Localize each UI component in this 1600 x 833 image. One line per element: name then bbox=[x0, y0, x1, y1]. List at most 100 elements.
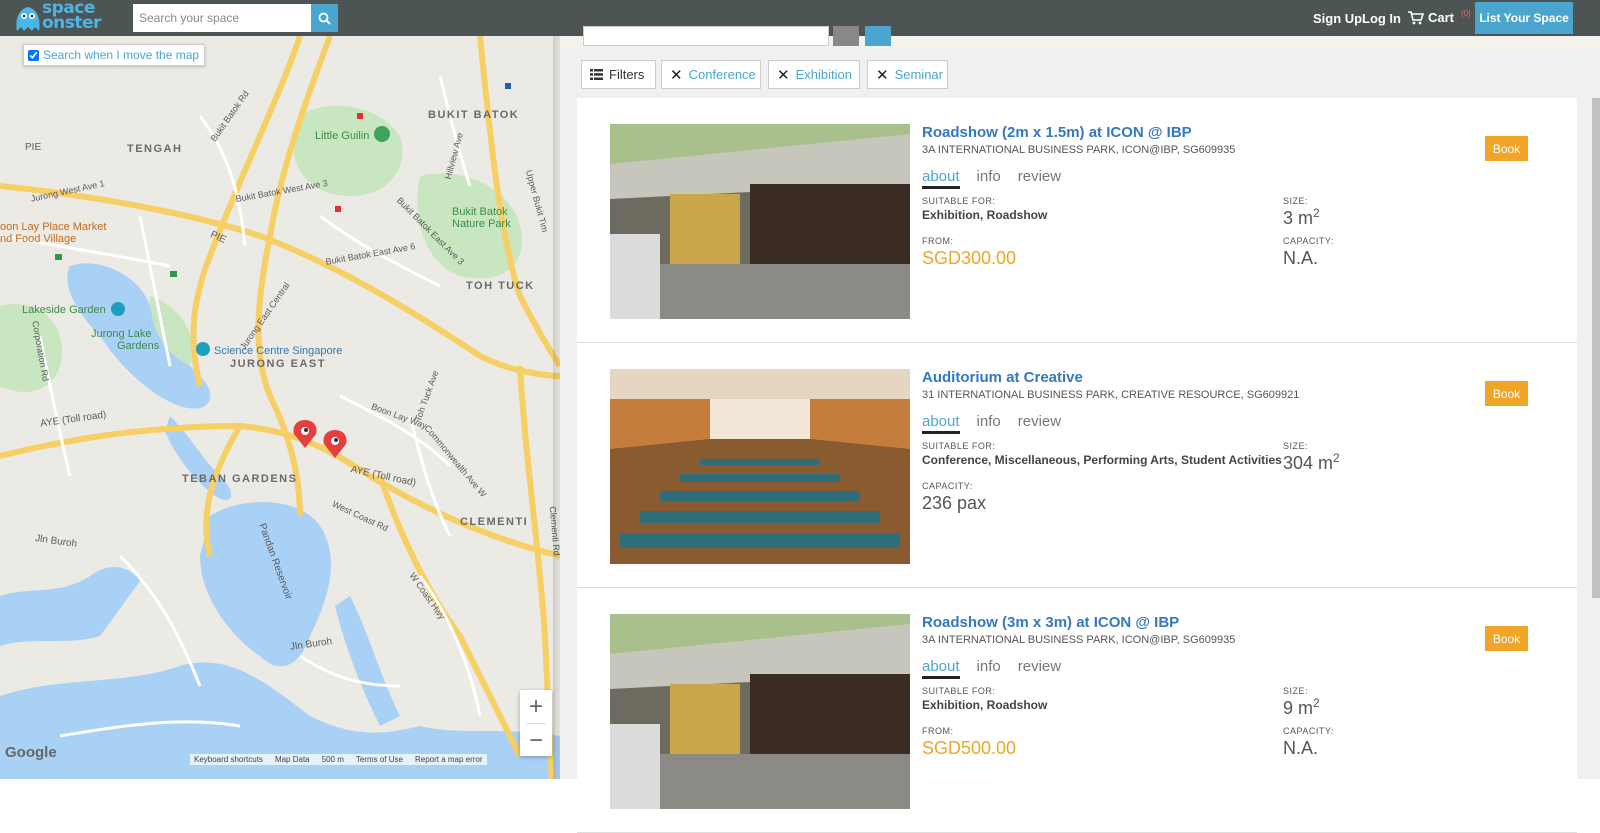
book-button[interactable]: Book bbox=[1485, 381, 1528, 406]
size-value: 304 m2 bbox=[1283, 451, 1340, 473]
tab-review[interactable]: review bbox=[1018, 658, 1061, 679]
google-logo: Google bbox=[5, 744, 57, 761]
suitable-for-value: Exhibition, Roadshow bbox=[922, 698, 1048, 712]
close-icon[interactable]: ✕ bbox=[876, 66, 889, 84]
map-pin-markers bbox=[293, 420, 347, 458]
zoom-out-button[interactable]: − bbox=[520, 724, 552, 757]
tab-about[interactable]: about bbox=[922, 658, 960, 679]
filter-chip-label: Exhibition bbox=[795, 67, 852, 82]
search-when-move-control[interactable]: Search when I move the map bbox=[23, 44, 205, 66]
filter-chip-conference[interactable]: ✕ Conference bbox=[661, 60, 761, 89]
listing-card: Roadshow (3m x 3m) at ICON @ IBP 3A INTE… bbox=[577, 588, 1577, 833]
map-label-market-1: oon Lay Place Market bbox=[0, 221, 107, 233]
map-label-toh-tuck: TOH TUCK bbox=[466, 280, 535, 292]
terms-of-use-link[interactable]: Terms of Use bbox=[356, 755, 403, 764]
suitable-for-label: SUITABLE FOR: bbox=[922, 441, 996, 451]
filters-label: Filters bbox=[609, 67, 645, 82]
map-label-jurong-east: JURONG EAST bbox=[230, 358, 326, 370]
tab-info[interactable]: info bbox=[977, 413, 1001, 434]
map-label-bukit-batok-np-1: Bukit Batok bbox=[452, 206, 508, 218]
keyboard-shortcuts-link[interactable]: Keyboard shortcuts bbox=[194, 755, 263, 764]
tab-info[interactable]: info bbox=[977, 658, 1001, 679]
listing-title[interactable]: Roadshow (3m x 3m) at ICON @ IBP bbox=[922, 614, 1179, 631]
logo[interactable]: space onster bbox=[14, 0, 104, 35]
log-in-link[interactable]: Log In bbox=[1362, 11, 1401, 26]
suitable-for-value: Exhibition, Roadshow bbox=[922, 208, 1048, 222]
listing-address: 3A INTERNATIONAL BUSINESS PARK, ICON@IBP… bbox=[922, 144, 1236, 156]
monster-logo-icon bbox=[16, 7, 40, 31]
venue-photo-auditorium[interactable] bbox=[610, 369, 910, 564]
capacity-label: CAPACITY: bbox=[922, 481, 973, 491]
list-icon bbox=[590, 69, 603, 80]
cart-link[interactable]: Cart bbox=[1408, 10, 1454, 25]
listing-address: 3A INTERNATIONAL BUSINESS PARK, ICON@IBP… bbox=[922, 634, 1236, 646]
results-panel: Filters ✕ Conference ✕ Exhibition ✕ Semi… bbox=[560, 26, 1600, 833]
tab-about[interactable]: about bbox=[922, 168, 960, 189]
filter-chip-seminar[interactable]: ✕ Seminar bbox=[867, 60, 948, 89]
map-label-pie-1: PIE bbox=[25, 142, 42, 153]
zoom-in-button[interactable]: + bbox=[520, 690, 552, 723]
map-data-link[interactable]: Map Data bbox=[275, 755, 310, 764]
map-footer: Keyboard shortcuts Map Data 500 m Terms … bbox=[190, 754, 487, 765]
listing-list: Roadshow (2m x 1.5m) at ICON @ IBP 3A IN… bbox=[577, 98, 1577, 833]
capacity-value: N.A. bbox=[1283, 248, 1319, 268]
search-when-move-label: Search when I move the map bbox=[43, 48, 200, 62]
map-zoom-control: + − bbox=[520, 690, 552, 756]
listing-card: Roadshow (2m x 1.5m) at ICON @ IBP 3A IN… bbox=[577, 98, 1577, 343]
cart-icon bbox=[1408, 10, 1424, 24]
space-search-input[interactable] bbox=[133, 4, 311, 32]
secondary-search-button[interactable] bbox=[865, 26, 891, 46]
listing-tabs: about info review bbox=[922, 658, 1061, 679]
size-label: SIZE: bbox=[1283, 441, 1309, 451]
cart-label: Cart bbox=[1428, 10, 1455, 25]
from-label: FROM: bbox=[922, 236, 954, 246]
from-label: FROM: bbox=[922, 726, 954, 736]
tab-review[interactable]: review bbox=[1018, 413, 1061, 434]
size-value: 3 m2 bbox=[1283, 206, 1320, 228]
report-map-error-link[interactable]: Report a map error bbox=[415, 755, 483, 764]
list-your-space-button[interactable]: List Your Space bbox=[1475, 2, 1573, 34]
close-icon[interactable]: ✕ bbox=[777, 66, 790, 84]
suitable-for-label: SUITABLE FOR: bbox=[922, 686, 996, 696]
price-value: SGD500.00 bbox=[922, 738, 1017, 758]
map-view[interactable]: BUKIT BATOK TENGAH TOH TUCK JURONG EAST … bbox=[0, 36, 560, 779]
price-value: SGD300.00 bbox=[922, 248, 1017, 268]
capacity-value: N.A. bbox=[1283, 738, 1319, 758]
map-base-drawing bbox=[0, 36, 560, 779]
map-label-market-2: nd Food Village bbox=[0, 233, 77, 245]
map-label-science-centre: Science Centre Singapore bbox=[214, 345, 343, 357]
capacity-value: 236 pax bbox=[922, 493, 987, 513]
search-when-move-checkbox[interactable] bbox=[28, 49, 39, 61]
tab-about[interactable]: about bbox=[922, 413, 960, 434]
filter-chip-exhibition[interactable]: ✕ Exhibition bbox=[768, 60, 860, 89]
venue-photo-roadshow[interactable] bbox=[610, 614, 910, 809]
venue-photo-roadshow[interactable] bbox=[610, 124, 910, 319]
map-label-jurong-lake-2: Gardens bbox=[117, 340, 160, 352]
size-label: SIZE: bbox=[1283, 686, 1309, 696]
capacity-label: CAPACITY: bbox=[1283, 236, 1334, 246]
secondary-clear-button[interactable] bbox=[833, 26, 859, 46]
map-label-bukit-batok: BUKIT BATOK bbox=[428, 109, 520, 121]
tab-review[interactable]: review bbox=[1018, 168, 1061, 189]
map-label-bukit-batok-np-2: Nature Park bbox=[452, 218, 511, 230]
size-label: SIZE: bbox=[1283, 196, 1309, 206]
map-label-little-guilin: Little Guilin bbox=[315, 130, 370, 142]
listing-title[interactable]: Roadshow (2m x 1.5m) at ICON @ IBP bbox=[922, 124, 1192, 141]
search-button[interactable] bbox=[311, 4, 338, 32]
results-scrollbar[interactable] bbox=[1592, 98, 1600, 598]
book-button[interactable]: Book bbox=[1485, 626, 1528, 651]
search-icon bbox=[318, 12, 331, 25]
listing-tabs: about info review bbox=[922, 413, 1061, 434]
close-icon[interactable]: ✕ bbox=[670, 66, 683, 84]
sign-up-link[interactable]: Sign Up bbox=[1313, 11, 1362, 26]
size-value: 9 m2 bbox=[1283, 696, 1320, 718]
filters-button[interactable]: Filters bbox=[581, 60, 656, 89]
capacity-label: CAPACITY: bbox=[1283, 726, 1334, 736]
map-label-clementi: CLEMENTI bbox=[460, 516, 529, 528]
tab-info[interactable]: info bbox=[977, 168, 1001, 189]
listing-title[interactable]: Auditorium at Creative bbox=[922, 369, 1083, 386]
secondary-search-input[interactable] bbox=[583, 26, 829, 46]
suitable-for-label: SUITABLE FOR: bbox=[922, 196, 996, 206]
book-button[interactable]: Book bbox=[1485, 136, 1528, 161]
map-label-jurong-lake-1: Jurong Lake bbox=[91, 328, 152, 340]
